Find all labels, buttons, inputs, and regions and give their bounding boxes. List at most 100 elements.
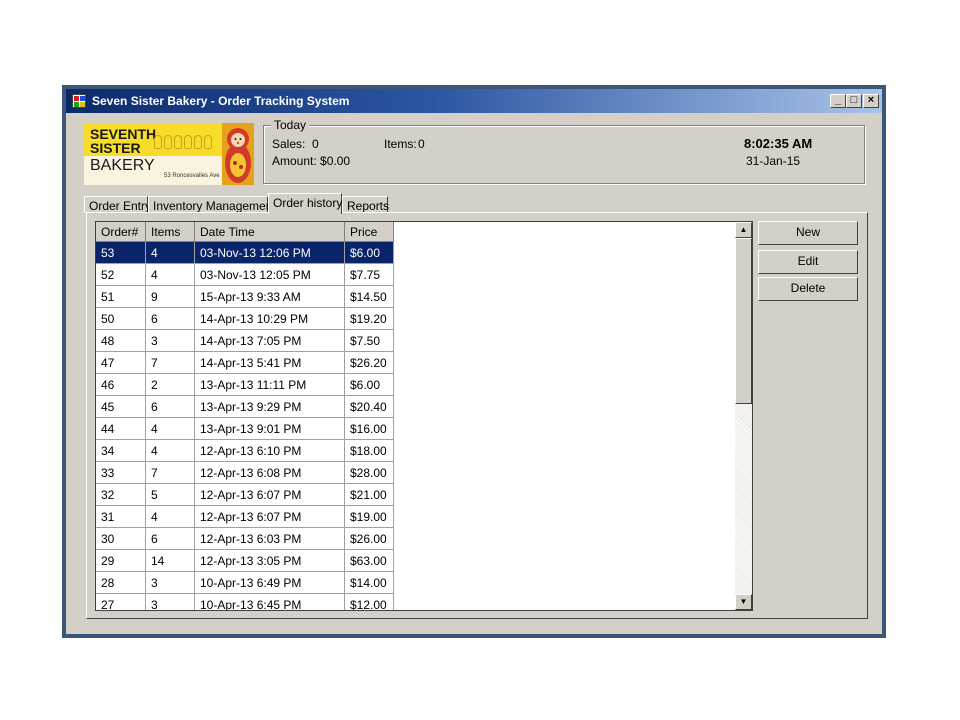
table-cell[interactable]: $14.50 — [344, 285, 394, 308]
table-cell[interactable]: 13-Apr-13 11:11 PM — [194, 373, 345, 396]
column-header-items[interactable]: Items — [145, 222, 195, 242]
table-cell[interactable]: $6.00 — [344, 241, 394, 264]
table-cell[interactable]: $16.00 — [344, 417, 394, 440]
table-row[interactable]: 51 9 15-Apr-13 9:33 AM $14.50 — [96, 285, 394, 308]
column-header-datetime[interactable]: Date Time — [194, 222, 345, 242]
table-cell[interactable]: 47 — [96, 351, 146, 374]
table-row[interactable]: 33 7 12-Apr-13 6:08 PM $28.00 — [96, 461, 394, 484]
table-cell[interactable]: $20.40 — [344, 395, 394, 418]
table-row[interactable]: 30 6 12-Apr-13 6:03 PM $26.00 — [96, 527, 394, 550]
app-icon[interactable] — [72, 94, 86, 108]
table-cell[interactable]: $26.20 — [344, 351, 394, 374]
table-cell[interactable]: 13-Apr-13 9:29 PM — [194, 395, 345, 418]
grid-scrollbar[interactable]: ▲ ▼ — [735, 222, 752, 610]
table-cell[interactable]: 12-Apr-13 6:07 PM — [194, 483, 345, 506]
table-cell[interactable]: 4 — [145, 241, 195, 264]
table-cell[interactable]: 6 — [145, 395, 195, 418]
maximize-icon[interactable]: □ — [846, 94, 862, 108]
table-cell[interactable]: 29 — [96, 549, 146, 572]
table-cell[interactable]: 28 — [96, 571, 146, 594]
table-cell[interactable]: 51 — [96, 285, 146, 308]
table-row[interactable]: 34 4 12-Apr-13 6:10 PM $18.00 — [96, 439, 394, 462]
table-cell[interactable]: 12-Apr-13 6:07 PM — [194, 505, 345, 528]
table-row[interactable]: 53 4 03-Nov-13 12:06 PM $6.00 — [96, 241, 394, 264]
table-cell[interactable]: 14-Apr-13 7:05 PM — [194, 329, 345, 352]
table-row[interactable]: 27 3 10-Apr-13 6:45 PM $12.00 — [96, 593, 394, 610]
table-cell[interactable]: 10-Apr-13 6:49 PM — [194, 571, 345, 594]
table-cell[interactable]: 34 — [96, 439, 146, 462]
table-cell[interactable]: $12.00 — [344, 593, 394, 610]
table-cell[interactable]: 12-Apr-13 3:05 PM — [194, 549, 345, 572]
table-cell[interactable]: 14 — [145, 549, 195, 572]
table-row[interactable]: 48 3 14-Apr-13 7:05 PM $7.50 — [96, 329, 394, 352]
tab-order-history[interactable]: Order history — [268, 193, 342, 214]
table-cell[interactable]: 3 — [145, 571, 195, 594]
table-cell[interactable]: 03-Nov-13 12:06 PM — [194, 241, 345, 264]
table-cell[interactable]: $7.50 — [344, 329, 394, 352]
table-cell[interactable]: 12-Apr-13 6:08 PM — [194, 461, 345, 484]
table-cell[interactable]: $21.00 — [344, 483, 394, 506]
table-row[interactable]: 31 4 12-Apr-13 6:07 PM $19.00 — [96, 505, 394, 528]
tab-reports[interactable]: Reports — [342, 196, 389, 213]
table-cell[interactable]: 4 — [145, 505, 195, 528]
table-cell[interactable]: 27 — [96, 593, 146, 610]
table-cell[interactable]: 15-Apr-13 9:33 AM — [194, 285, 345, 308]
tab-order-entry[interactable]: Order Entry — [84, 196, 151, 213]
table-cell[interactable]: 4 — [145, 417, 195, 440]
table-cell[interactable]: 9 — [145, 285, 195, 308]
table-cell[interactable]: 12-Apr-13 6:03 PM — [194, 527, 345, 550]
table-cell[interactable]: $6.00 — [344, 373, 394, 396]
title-bar[interactable]: Seven Sister Bakery - Order Tracking Sys… — [66, 89, 882, 113]
table-cell[interactable]: 52 — [96, 263, 146, 286]
table-cell[interactable]: 45 — [96, 395, 146, 418]
table-row[interactable]: 47 7 14-Apr-13 5:41 PM $26.20 — [96, 351, 394, 374]
table-cell[interactable]: 5 — [145, 483, 195, 506]
table-row[interactable]: 28 3 10-Apr-13 6:49 PM $14.00 — [96, 571, 394, 594]
table-cell[interactable]: 6 — [145, 307, 195, 330]
table-cell[interactable]: 33 — [96, 461, 146, 484]
table-cell[interactable]: $7.75 — [344, 263, 394, 286]
table-row[interactable]: 45 6 13-Apr-13 9:29 PM $20.40 — [96, 395, 394, 418]
table-cell[interactable]: 10-Apr-13 6:45 PM — [194, 593, 345, 610]
table-cell[interactable]: $28.00 — [344, 461, 394, 484]
table-cell[interactable]: 14-Apr-13 5:41 PM — [194, 351, 345, 374]
table-cell[interactable]: 2 — [145, 373, 195, 396]
table-row[interactable]: 52 4 03-Nov-13 12:05 PM $7.75 — [96, 263, 394, 286]
table-cell[interactable]: 3 — [145, 593, 195, 610]
table-cell[interactable]: 7 — [145, 351, 195, 374]
scroll-thumb[interactable] — [735, 238, 752, 404]
table-cell[interactable]: 6 — [145, 527, 195, 550]
table-cell[interactable]: 30 — [96, 527, 146, 550]
table-cell[interactable]: 14-Apr-13 10:29 PM — [194, 307, 345, 330]
order-history-grid[interactable]: Order# Items Date Time Price 53 4 03-Nov-1… — [95, 221, 753, 611]
column-header-price[interactable]: Price — [344, 222, 394, 242]
close-icon[interactable]: × — [863, 94, 879, 108]
table-cell[interactable]: 31 — [96, 505, 146, 528]
table-cell[interactable]: 53 — [96, 241, 146, 264]
table-cell[interactable]: 12-Apr-13 6:10 PM — [194, 439, 345, 462]
table-cell[interactable]: $63.00 — [344, 549, 394, 572]
edit-button[interactable]: Edit — [758, 250, 858, 274]
scroll-down-icon[interactable]: ▼ — [735, 594, 752, 610]
table-row[interactable]: 50 6 14-Apr-13 10:29 PM $19.20 — [96, 307, 394, 330]
table-row[interactable]: 29 14 12-Apr-13 3:05 PM $63.00 — [96, 549, 394, 572]
table-cell[interactable]: 44 — [96, 417, 146, 440]
table-row[interactable]: 32 5 12-Apr-13 6:07 PM $21.00 — [96, 483, 394, 506]
table-cell[interactable]: $19.20 — [344, 307, 394, 330]
new-button[interactable]: New — [758, 221, 858, 245]
table-cell[interactable]: 32 — [96, 483, 146, 506]
table-cell[interactable]: $14.00 — [344, 571, 394, 594]
table-cell[interactable]: 4 — [145, 439, 195, 462]
table-cell[interactable]: 50 — [96, 307, 146, 330]
table-cell[interactable]: $19.00 — [344, 505, 394, 528]
column-header-order[interactable]: Order# — [96, 222, 146, 242]
table-cell[interactable]: 03-Nov-13 12:05 PM — [194, 263, 345, 286]
table-row[interactable]: 46 2 13-Apr-13 11:11 PM $6.00 — [96, 373, 394, 396]
table-cell[interactable]: 3 — [145, 329, 195, 352]
table-cell[interactable]: 4 — [145, 263, 195, 286]
table-cell[interactable]: $18.00 — [344, 439, 394, 462]
table-cell[interactable]: 48 — [96, 329, 146, 352]
table-cell[interactable]: 7 — [145, 461, 195, 484]
table-cell[interactable]: 46 — [96, 373, 146, 396]
minimize-icon[interactable]: _ — [830, 94, 846, 108]
